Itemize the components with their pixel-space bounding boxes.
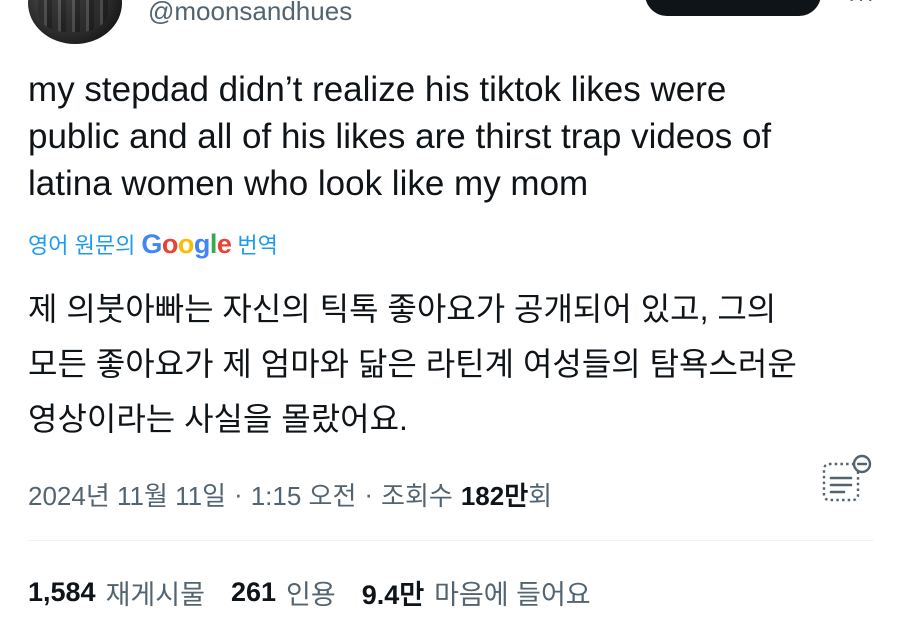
tweet-date[interactable]: 2024년 11월 11일: [28, 476, 226, 513]
views-suffix: 회: [528, 480, 553, 511]
quotes-count: 261: [230, 576, 277, 607]
reposts-stat[interactable]: 1,584 재게시물: [28, 573, 205, 612]
quotes-label: 인용: [286, 579, 336, 610]
quotes-stat[interactable]: 261 인용: [231, 573, 336, 612]
author-avatar[interactable]: [28, 0, 122, 44]
follow-button[interactable]: [645, 0, 821, 16]
likes-stat[interactable]: 9.4만 마음에 들어요: [362, 573, 591, 612]
more-icon[interactable]: ···: [848, 0, 876, 12]
reposts-label: 재게시물: [105, 579, 205, 610]
tweet-meta: 2024년 11월 11일 · 1:15 오전 · 조회수 182만 회: [28, 474, 552, 514]
meta-separator: ·: [364, 478, 374, 509]
translation-prefix: 영어 원문의: [28, 233, 136, 258]
post-analytics-icon[interactable]: [818, 454, 876, 506]
translation-attribution[interactable]: 영어 원문의 Google 번역: [28, 226, 278, 262]
google-logo: Google: [141, 228, 232, 259]
engagement-stats: 1,584 재게시물 261 인용 9.4만 마음에 들어요: [28, 572, 617, 612]
reposts-count: 1,584: [28, 576, 96, 607]
author-handle[interactable]: @moonsandhues: [148, 0, 352, 28]
translation-suffix: 번역: [237, 233, 278, 258]
translated-text: 제 의붓아빠는 자신의 틱톡 좋아요가 공개되어 있고, 그의 모든 좋아요가 …: [28, 291, 797, 437]
tweet-time[interactable]: 1:15 오전: [251, 476, 357, 513]
views-count: 182만: [460, 480, 529, 511]
divider: [28, 540, 874, 541]
tweet-text: my stepdad didn’t realize his tiktok lik…: [28, 70, 772, 203]
likes-label: 마음에 들어요: [434, 579, 591, 610]
views-label: 조회수: [381, 480, 453, 511]
meta-separator: ·: [234, 478, 243, 509]
likes-count: 9.4만: [361, 579, 425, 610]
